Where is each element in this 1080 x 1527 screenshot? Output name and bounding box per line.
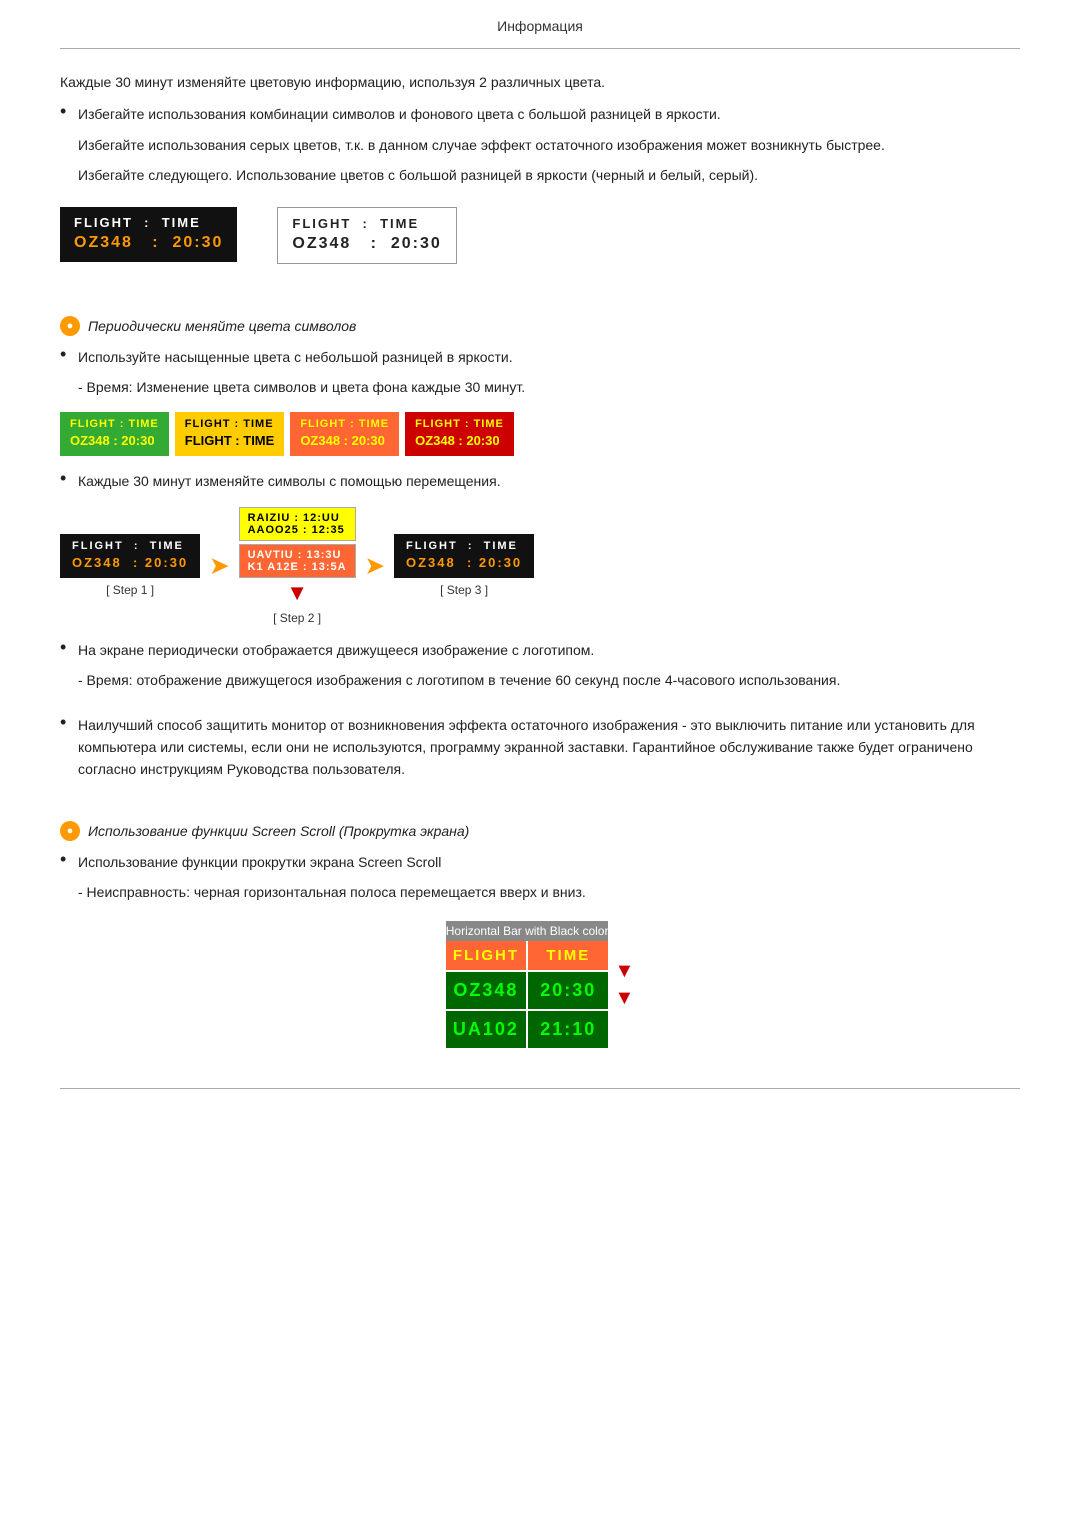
arrow-right-icon-2: ➤ [366,553,384,579]
page-header: Информация [60,0,1020,49]
scroll-table: Horizontal Bar with Black color FLIGHT T… [446,921,609,1048]
orange-label-2: Использование функции Screen Scroll (Про… [88,823,469,839]
bullet-6-text: Использование функции прокрутки экрана S… [78,851,1020,873]
step2-bottom: UAVTIU : 13:3U K1 A12E : 13:5A [239,544,356,578]
bullet-item-3: • Каждые 30 минут изменяйте символы с по… [60,470,1020,492]
bullet-dot-4: • [60,637,78,658]
sub-text-2: - Время: Изменение цвета символов и цвет… [78,376,1020,398]
sub-text-6: - Неисправность: черная горизонтальная п… [78,881,1020,903]
bullet-2-text: Используйте насыщенные цвета с небольшой… [78,346,1020,368]
step2-line2b: K1 A12E : 13:5A [248,561,347,573]
scroll-cell-2110: 21:10 [528,1009,608,1048]
step2-top: RAIZIU : 12:UU AAOO25 : 12:35 [239,507,356,541]
fb-green-header: FLIGHT : TIME [70,418,159,430]
step3-header: FLIGHT : TIME [406,540,522,552]
step1-header: FLIGHT : TIME [72,540,188,552]
step-box-1: FLIGHT : TIME OZ348 : 20:30 [ Step 1 ] [60,534,200,597]
step-diagram-row: FLIGHT : TIME OZ348 : 20:30 [ Step 1 ] ➤… [60,507,1020,625]
fb-green-data: OZ348 : 20:30 [70,433,159,448]
orange-bullet-row-1: ● Периодически меняйте цвета символов [60,316,1020,336]
flight-box-red: FLIGHT : TIME OZ348 : 20:30 [405,412,514,456]
scroll-cell-oz348: OZ348 [446,970,528,1009]
intro-text: Каждые 30 минут изменяйте цветовую инфор… [60,71,1020,93]
bullet-item-1: • Избегайте использования комбинации сим… [60,103,1020,125]
step2-label: [ Step 2 ] [273,611,321,625]
step3-data: OZ348 : 20:30 [406,555,522,570]
scroll-header-flight: FLIGHT [446,941,528,970]
fb-yellow-data: FLIGHT : TIME [185,433,275,448]
step2-line2: UAVTIU : 13:3U [248,549,347,561]
bullet-item-5: • Наилучший способ защитить монитор от в… [60,714,1020,781]
flight-box-green: FLIGHT : TIME OZ348 : 20:30 [60,412,169,456]
step2-line1: RAIZIU : 12:UU [248,512,347,524]
sub-text-4: - Время: отображение движущегося изображ… [78,669,1020,691]
scroll-cell-2030: 20:30 [528,970,608,1009]
fb-orange-data: OZ348 : 20:30 [300,433,389,448]
fb-red-data: OZ348 : 20:30 [415,433,504,448]
step2-arrow-col: ▼ [286,580,308,606]
page-footer-line [60,1088,1020,1089]
fb-red-header: FLIGHT : TIME [415,418,504,430]
step2-displays: RAIZIU : 12:UU AAOO25 : 12:35 UAVTIU : 1… [239,507,356,578]
step1-label: [ Step 1 ] [106,583,154,597]
orange-bullet-row-2: ● Использование функции Screen Scroll (П… [60,821,1020,841]
scroll-cell-ua102: UA102 [446,1009,528,1048]
bullet-item-4: • На экране периодически отображается дв… [60,639,1020,661]
bullet-3-text: Каждые 30 минут изменяйте символы с помо… [78,470,1020,492]
arrow-right-icon-1: ➤ [210,553,228,579]
flight-box-dark-data: OZ348 : 20:30 [74,234,223,252]
step2-line1b: AAOO25 : 12:35 [248,524,347,536]
step3-display: FLIGHT : TIME OZ348 : 20:30 [394,534,534,578]
scroll-demo: Horizontal Bar with Black color FLIGHT T… [446,921,635,1048]
flight-box-dark: FLIGHT : TIME OZ348 : 20:30 [60,207,237,262]
flight-box-dark-header: FLIGHT : TIME [74,215,223,230]
scroll-demo-wrapper: Horizontal Bar with Black color FLIGHT T… [60,921,1020,1048]
flight-box-light: FLIGHT : TIME OZ348 : 20:30 [277,207,456,264]
scroll-down-arrow-icon-1: ▼ [614,960,634,983]
step1-display: FLIGHT : TIME OZ348 : 20:30 [60,534,200,578]
flight-demo-row-1: FLIGHT : TIME OZ348 : 20:30 FLIGHT : TIM… [60,207,1020,264]
bullet-dot-6: • [60,849,78,870]
bullet-dot-3: • [60,468,78,489]
page-title: Информация [497,18,583,34]
scroll-title-bar: Horizontal Bar with Black color [446,921,609,941]
flight-box-light-data: OZ348 : 20:30 [292,235,441,253]
step-box-2: RAIZIU : 12:UU AAOO25 : 12:35 UAVTIU : 1… [239,507,356,625]
scroll-down-arrow-icon-2: ▼ [614,987,634,1010]
orange-circle-icon-2: ● [60,821,80,841]
bullet-4-text: На экране периодически отображается движ… [78,639,1020,661]
bullet-5-text: Наилучший способ защитить монитор от воз… [78,714,1020,781]
scroll-arrow-col: ▼ ▼ [608,921,634,1048]
bullet-item-6: • Использование функции прокрутки экрана… [60,851,1020,873]
step-box-3: FLIGHT : TIME OZ348 : 20:30 [ Step 3 ] [394,534,534,597]
step2-down-arrow-icon: ▼ [286,580,308,606]
bullet-dot-5: • [60,712,78,733]
color-flight-row: FLIGHT : TIME OZ348 : 20:30 FLIGHT : TIM… [60,412,1020,456]
sub-text-1a: Избегайте использования серых цветов, т.… [78,134,1020,156]
orange-circle-icon-1: ● [60,316,80,336]
flight-box-yellow: FLIGHT : TIME FLIGHT : TIME [175,412,285,456]
bullet-1-text: Избегайте использования комбинации симво… [78,103,1020,125]
scroll-demo-inner: Horizontal Bar with Black color FLIGHT T… [446,921,635,1048]
orange-label-1: Периодически меняйте цвета символов [88,318,356,334]
fb-orange-header: FLIGHT : TIME [300,418,389,430]
flight-box-orange: FLIGHT : TIME OZ348 : 20:30 [290,412,399,456]
bullet-item-2: • Используйте насыщенные цвета с небольш… [60,346,1020,368]
bullet-dot-1: • [60,101,78,122]
step3-label: [ Step 3 ] [440,583,488,597]
step1-data: OZ348 : 20:30 [72,555,188,570]
scroll-data-row-2: UA102 21:10 [446,1009,609,1048]
scroll-header-time: TIME [528,941,608,970]
bullet-dot-2: • [60,344,78,365]
sub-text-1b: Избегайте следующего. Использование цвет… [78,164,1020,186]
scroll-header-row: FLIGHT TIME [446,941,609,970]
scroll-data-row-1: OZ348 20:30 [446,970,609,1009]
fb-yellow-header: FLIGHT : TIME [185,418,275,430]
flight-box-light-header: FLIGHT : TIME [292,216,441,231]
